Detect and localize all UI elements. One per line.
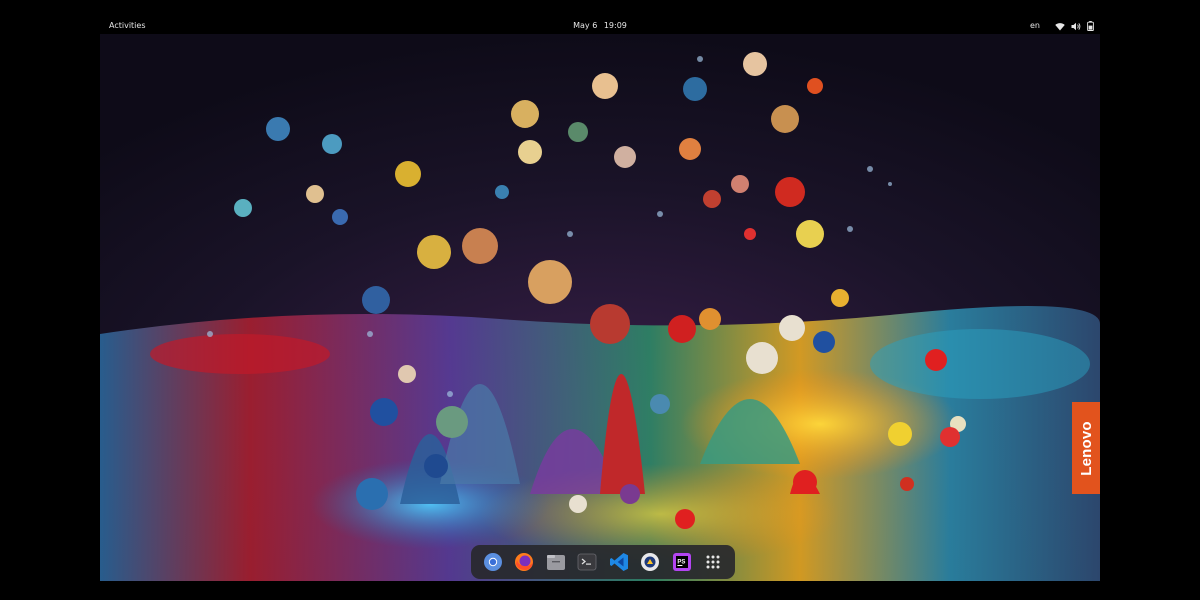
system-menu[interactable] <box>1055 21 1094 37</box>
battery-icon <box>1087 21 1094 37</box>
clock-button[interactable]: May 6 19:09 <box>100 18 1100 34</box>
terminal-icon[interactable] <box>576 551 598 573</box>
lenovo-wordmark: Lenovo <box>1077 420 1095 476</box>
clock-date: May 6 <box>573 21 598 30</box>
mullvad-browser-icon[interactable] <box>639 551 661 573</box>
phpstorm-icon[interactable]: PS <box>671 551 693 573</box>
chromium-icon[interactable] <box>482 551 504 573</box>
volume-icon <box>1071 21 1081 37</box>
desktop-wallpaper <box>100 34 1100 581</box>
vscode-icon[interactable] <box>608 551 630 573</box>
dock: PS <box>471 545 735 579</box>
show-applications-icon[interactable] <box>702 551 724 573</box>
top-bar: Activities May 6 19:09 en <box>100 18 1100 34</box>
files-icon[interactable] <box>545 551 567 573</box>
desktop-screen: Activities May 6 19:09 en Lenovo PS <box>100 18 1100 581</box>
keyboard-layout-indicator[interactable]: en <box>1030 18 1040 34</box>
svg-text:PS: PS <box>677 559 685 565</box>
lenovo-logo: Lenovo <box>1072 402 1100 494</box>
clock-time: 19:09 <box>603 21 627 30</box>
firefox-icon[interactable] <box>513 551 535 573</box>
wifi-icon <box>1055 21 1065 37</box>
